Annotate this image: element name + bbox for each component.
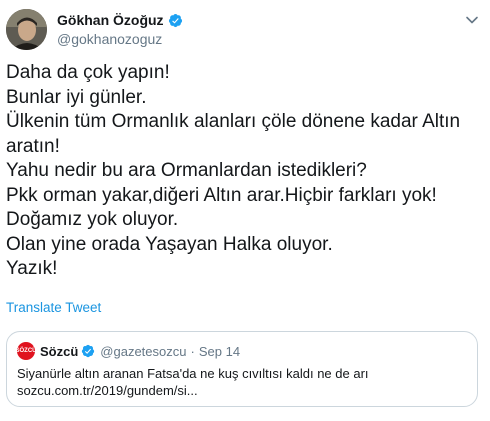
quoted-author-handle: @gazetesozcu	[100, 343, 187, 359]
tweet-text: Daha da çok yapın! Bunlar iyi günler. Ül…	[6, 61, 484, 282]
quoted-logo-text: SÖZCÜ	[15, 348, 37, 354]
quoted-separator: ·	[190, 343, 195, 359]
tweet-text-line: Bunlar iyi günler.	[6, 86, 147, 108]
verified-badge-icon	[168, 13, 182, 27]
tweet-text-line: Doğamız yok oluyor.	[6, 209, 179, 230]
translate-tweet-link[interactable]: Translate Tweet	[6, 300, 101, 315]
quoted-tweet-header: SÖZCÜ Sözcü @gazetesozcu · Sep 14	[15, 342, 241, 360]
quoted-verified-badge-icon	[82, 344, 95, 358]
tweet-text-line: Daha da çok yapın!	[6, 62, 170, 83]
quoted-date: Sep 14	[198, 343, 241, 359]
tweet-text-line: Yahu nedir bu ara Ormanlardan istedikler…	[6, 160, 367, 181]
tweet-text-line: Ülkenin tüm Ormanlık alanları çöle dönen…	[6, 111, 461, 132]
tweet-text-line: Pkk orman yakar,diğeri Altın arar.Hiçbir…	[6, 184, 437, 206]
sozcu-logo-icon: SÖZCÜ	[15, 342, 37, 360]
avatar-photo-icon	[6, 9, 47, 50]
author-name[interactable]: Gökhan Özoğuz	[57, 11, 164, 29]
quoted-tweet-card[interactable]: SÖZCÜ Sözcü @gazetesozcu · Sep 14 Siyanü…	[6, 331, 478, 407]
tweet-text-line: aratın!	[6, 135, 60, 157]
tweet-text-line: Yazık!	[6, 258, 58, 279]
quoted-link-text: sozcu.com.tr/2019/gundem/si...	[17, 383, 198, 398]
quoted-author-name: Sözcü	[40, 343, 79, 359]
author-handle[interactable]: @gokhanozoguz	[57, 30, 162, 48]
chevron-down-icon[interactable]	[464, 12, 480, 28]
tweet-card: Gökhan Özoğuz @gokhanozoguz Daha da çok …	[0, 0, 490, 421]
quoted-text-line: Siyanürle altın aranan Fatsa'da ne kuş c…	[17, 366, 369, 381]
avatar[interactable]	[6, 9, 47, 50]
author-name-row[interactable]: Gökhan Özoğuz	[57, 11, 183, 29]
quoted-tweet-text: Siyanürle altın aranan Fatsa'da ne kuş c…	[17, 365, 369, 399]
tweet-text-line: Olan yine orada Yaşayan Halka oluyor.	[6, 233, 333, 255]
